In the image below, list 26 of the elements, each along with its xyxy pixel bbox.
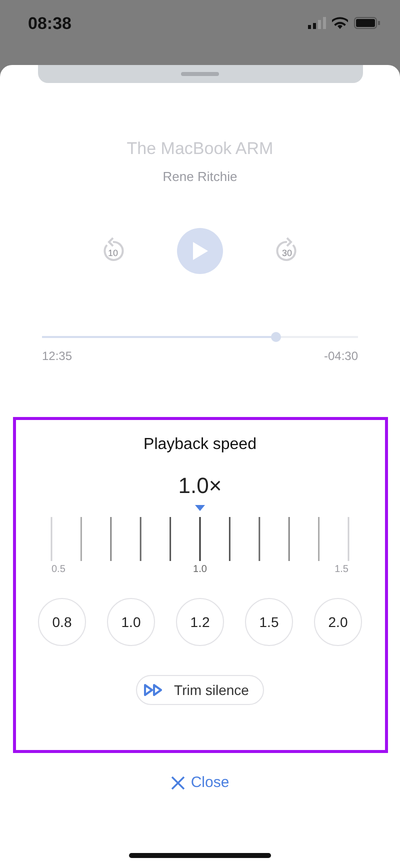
speed-preset-button[interactable]: 0.8 bbox=[38, 598, 86, 646]
close-icon bbox=[170, 776, 185, 790]
episode-author: Rene Ritchie bbox=[162, 169, 238, 184]
trim-silence-button[interactable]: Trim silence bbox=[136, 675, 264, 705]
battery-icon bbox=[354, 17, 380, 29]
scale-label: 0.5 bbox=[52, 564, 66, 575]
fast-forward-icon bbox=[144, 684, 162, 696]
sheet-handle[interactable] bbox=[38, 65, 362, 83]
speed-preset-button[interactable]: 1.0 bbox=[107, 598, 155, 646]
scale-label: 1.0 bbox=[193, 564, 207, 575]
play-icon bbox=[191, 241, 209, 261]
play-button[interactable] bbox=[177, 228, 223, 274]
wifi-icon bbox=[332, 17, 348, 29]
signal-icon bbox=[308, 17, 326, 29]
close-button[interactable]: Close bbox=[170, 774, 230, 791]
marker-icon bbox=[195, 505, 205, 511]
remaining-time: -04:30 bbox=[324, 349, 358, 363]
elapsed-time: 12:35 bbox=[42, 349, 72, 363]
speed-preset-button[interactable]: 2.0 bbox=[314, 598, 362, 646]
panel-title: Playback speed bbox=[144, 436, 256, 454]
status-time: 08:38 bbox=[28, 14, 72, 34]
speed-value: 1.0× bbox=[178, 473, 222, 499]
scale-label: 1.5 bbox=[334, 564, 348, 575]
speed-ruler[interactable] bbox=[50, 517, 350, 561]
speed-preset-button[interactable]: 1.5 bbox=[245, 598, 293, 646]
speed-preset-button[interactable]: 1.2 bbox=[176, 598, 224, 646]
